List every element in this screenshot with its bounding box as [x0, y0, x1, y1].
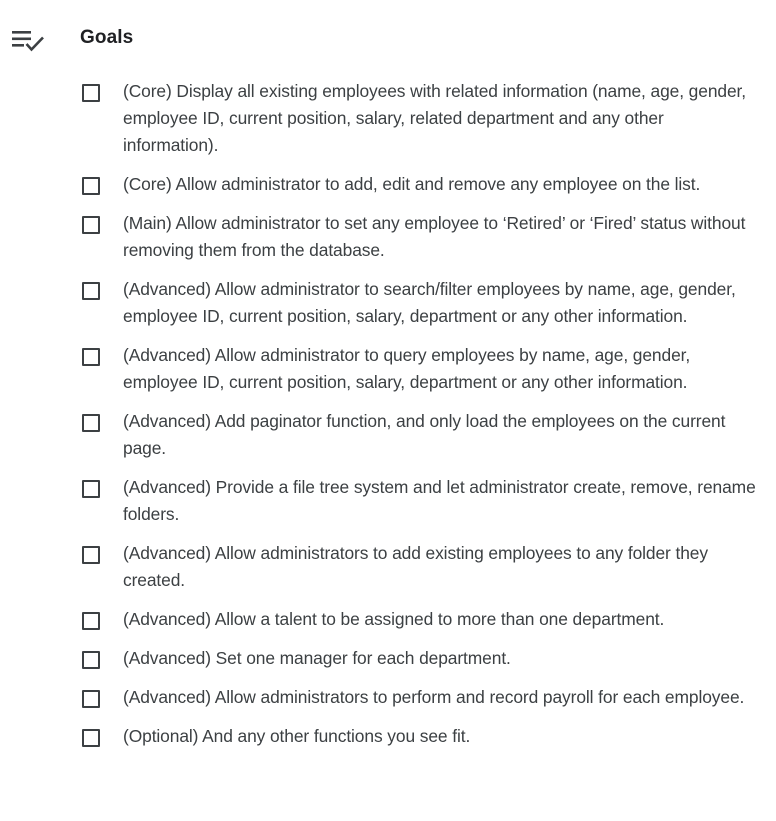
- goal-checkbox[interactable]: [82, 729, 100, 747]
- goal-item: (Advanced) Allow a talent to be assigned…: [82, 606, 758, 633]
- goal-item: (Advanced) Allow administrator to query …: [82, 342, 758, 396]
- goal-text: (Optional) And any other functions you s…: [123, 726, 471, 746]
- goal-checkbox[interactable]: [82, 216, 100, 234]
- goal-checkbox[interactable]: [82, 612, 100, 630]
- goal-item: (Advanced) Allow administrators to perfo…: [82, 684, 758, 711]
- goal-text: (Advanced) Allow administrators to add e…: [123, 543, 708, 590]
- goal-text: (Core) Allow administrator to add, edit …: [123, 174, 701, 194]
- goal-checkbox[interactable]: [82, 651, 100, 669]
- goal-item: (Advanced) Allow administrator to search…: [82, 276, 758, 330]
- goal-item: (Advanced) Add paginator function, and o…: [82, 408, 758, 462]
- goal-text: (Core) Display all existing employees wi…: [123, 81, 747, 155]
- goal-text: (Advanced) Allow administrator to query …: [123, 345, 691, 392]
- goals-header: Goals: [0, 0, 776, 80]
- goal-item: (Advanced) Provide a file tree system an…: [82, 474, 758, 528]
- goal-item: (Advanced) Allow administrators to add e…: [82, 540, 758, 594]
- goal-checkbox[interactable]: [82, 546, 100, 564]
- goal-text: (Advanced) Set one manager for each depa…: [123, 648, 511, 668]
- goal-text: (Advanced) Allow a talent to be assigned…: [123, 609, 665, 629]
- page-title: Goals: [80, 27, 134, 48]
- goal-text: (Advanced) Allow administrators to perfo…: [123, 687, 745, 707]
- goal-checkbox[interactable]: [82, 414, 100, 432]
- goal-checkbox[interactable]: [82, 480, 100, 498]
- goal-text: (Advanced) Allow administrator to search…: [123, 279, 736, 326]
- goal-checkbox[interactable]: [82, 282, 100, 300]
- goal-text: (Advanced) Provide a file tree system an…: [123, 477, 756, 524]
- goal-checkbox[interactable]: [82, 690, 100, 708]
- goal-item: (Core) Display all existing employees wi…: [82, 78, 758, 159]
- goal-item: (Core) Allow administrator to add, edit …: [82, 171, 758, 198]
- checklist-icon: [12, 31, 44, 52]
- goal-text: (Advanced) Add paginator function, and o…: [123, 411, 726, 458]
- goal-text: (Main) Allow administrator to set any em…: [123, 213, 746, 260]
- goal-checkbox[interactable]: [82, 177, 100, 195]
- goal-item: (Main) Allow administrator to set any em…: [82, 210, 758, 264]
- goal-list: (Core) Display all existing employees wi…: [82, 78, 758, 762]
- goal-item: (Advanced) Set one manager for each depa…: [82, 645, 758, 672]
- goal-checkbox[interactable]: [82, 84, 100, 102]
- goal-item: (Optional) And any other functions you s…: [82, 723, 758, 750]
- goal-checkbox[interactable]: [82, 348, 100, 366]
